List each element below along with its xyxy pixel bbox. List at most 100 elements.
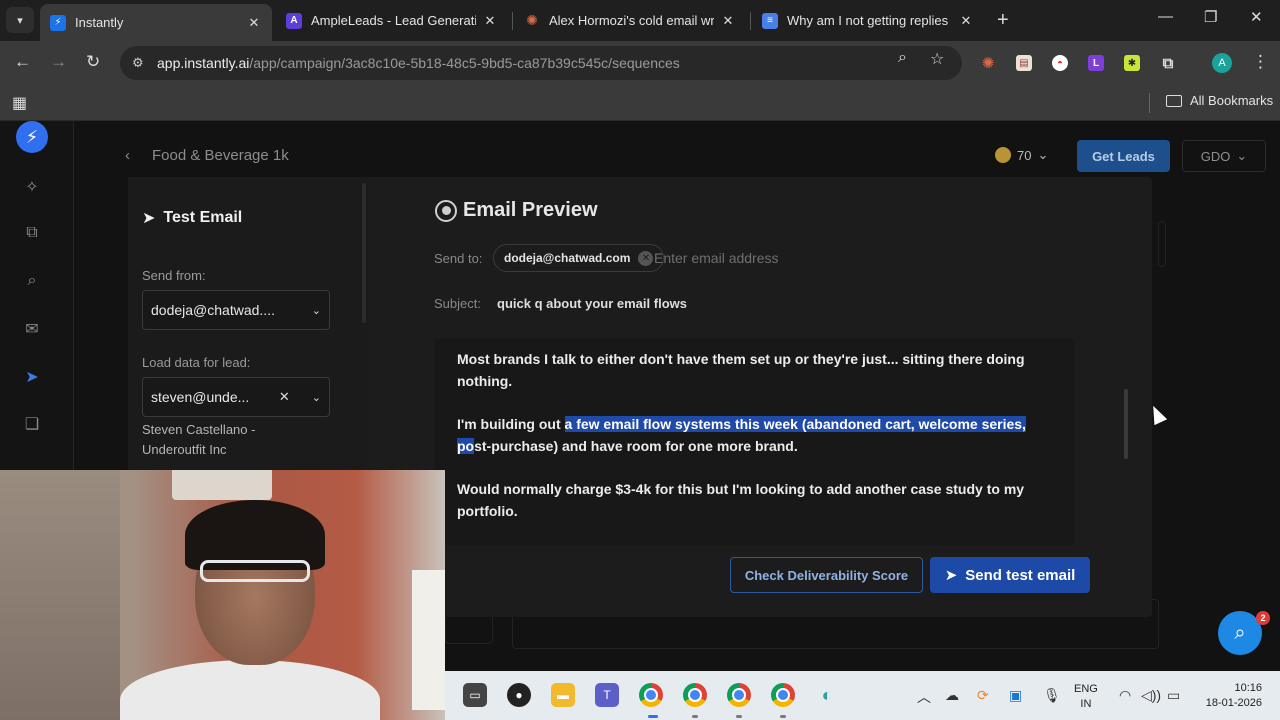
email-preview-title: Email Preview: [435, 199, 598, 222]
tab-separator: [750, 12, 751, 30]
restore-icon[interactable]: ❐: [1204, 8, 1217, 26]
file-explorer-icon[interactable]: ▬: [551, 683, 575, 707]
chrome-icon[interactable]: [639, 683, 663, 707]
tab-ampleleads[interactable]: A AmpleLeads - Lead Generation ✕: [276, 4, 508, 37]
battery-icon[interactable]: ▭: [1167, 687, 1180, 704]
pokeball-extension-icon[interactable]: ◓: [1052, 55, 1068, 71]
credits-counter[interactable]: 70 ⌄: [995, 147, 1048, 163]
tab-why-no-replies[interactable]: ≡ Why am I not getting replies - C ✕: [752, 4, 984, 37]
workspace-dropdown[interactable]: GDO ⌄: [1182, 140, 1266, 172]
bookmark-star-icon[interactable]: ☆: [930, 49, 944, 69]
check-deliverability-button[interactable]: Check Deliverability Score: [730, 557, 923, 593]
network-icon[interactable]: ⧉: [22, 224, 42, 244]
recipient-email: dodeja@chatwad.com: [504, 251, 631, 265]
send-test-email-button[interactable]: ➤ Send test email: [930, 557, 1090, 593]
all-bookmarks-button[interactable]: All Bookmarks: [1166, 93, 1273, 108]
lead-select[interactable]: steven@unde... ✕ ⌄: [142, 377, 330, 417]
subject-label: Subject:: [434, 296, 481, 311]
app-tray-icon[interactable]: ▣: [1009, 687, 1022, 704]
search-icon[interactable]: ⌕: [22, 272, 42, 292]
microphone-icon[interactable]: 🎙︎: [1043, 687, 1061, 704]
close-tab-icon[interactable]: ✕: [482, 13, 498, 29]
campaign-header: ‹ Food & Beverage 1k: [125, 147, 289, 164]
profile-avatar[interactable]: A: [1212, 53, 1232, 73]
apps-grid-icon[interactable]: ▦: [12, 93, 27, 113]
back-chevron-icon[interactable]: ‹: [125, 147, 130, 164]
send-icon[interactable]: ➤: [22, 367, 42, 387]
chat-search-icon: ⌕: [1234, 621, 1246, 644]
running-indicator: [692, 715, 698, 718]
chevron-down-icon: ⌄: [311, 391, 321, 404]
new-tab-button[interactable]: +: [997, 9, 1009, 32]
tab-title: Why am I not getting replies - C: [787, 13, 952, 28]
body-paragraph: Would normally charge $3-4k for this but…: [457, 481, 1025, 519]
webcam-overlay: [0, 470, 445, 720]
close-tab-icon[interactable]: ✕: [720, 13, 736, 29]
all-bookmarks-label: All Bookmarks: [1190, 93, 1274, 108]
webcam-wall: [0, 470, 120, 720]
volume-icon[interactable]: ◁)): [1141, 687, 1161, 704]
tab-hormozi[interactable]: ✺ Alex Hormozi's cold email writi ✕: [514, 4, 746, 37]
clear-icon[interactable]: ✕: [279, 389, 290, 405]
notes-extension-icon[interactable]: ▤: [1016, 55, 1032, 71]
claude-extension-icon[interactable]: ✺: [980, 55, 996, 72]
send-from-label: Send from:: [142, 268, 206, 283]
recipient-chip[interactable]: dodeja@chatwad.com ✕: [493, 244, 665, 272]
l-extension-icon[interactable]: L: [1088, 55, 1104, 71]
mail-icon[interactable]: ✉: [22, 319, 42, 339]
reload-icon[interactable]: ↻: [86, 52, 100, 72]
chrome-profile-icon[interactable]: [683, 683, 707, 707]
copy-icon[interactable]: ❏: [22, 414, 42, 434]
chevron-down-icon: ⌄: [1037, 147, 1049, 162]
browser-icon[interactable]: ◐: [815, 683, 839, 707]
asterisk-extension-icon[interactable]: ✱: [1124, 55, 1140, 71]
instantly-logo-icon[interactable]: ⚡: [16, 121, 48, 153]
chrome-profile-icon[interactable]: [771, 683, 795, 707]
sync-icon[interactable]: ⟳: [977, 687, 989, 704]
wifi-icon[interactable]: ◠: [1119, 687, 1131, 704]
app-icon[interactable]: ●: [507, 683, 531, 707]
tab-title: AmpleLeads - Lead Generation: [311, 13, 476, 28]
back-arrow-icon[interactable]: ←: [14, 52, 31, 72]
onedrive-icon[interactable]: ☁: [945, 687, 959, 704]
close-tab-icon[interactable]: ✕: [246, 15, 262, 31]
remove-recipient-icon[interactable]: ✕: [638, 250, 654, 266]
email-body-preview[interactable]: Most brands I talk to either don't have …: [434, 339, 1074, 545]
email-address-input[interactable]: [654, 247, 874, 269]
site-settings-icon[interactable]: ⚙: [132, 55, 148, 71]
bookmarks-bar: ▦ All Bookmarks: [0, 85, 1280, 121]
language-indicator[interactable]: ENG IN: [1074, 682, 1098, 712]
send-from-value: dodeja@chatwad....: [151, 302, 275, 318]
address-bar[interactable]: ⚙ app.instantly.ai/app/campaign/3ac8c10e…: [120, 46, 962, 80]
lead-name: Steven Castellano - Underoutfit Inc: [142, 422, 256, 457]
chevron-down-icon: ⌄: [311, 304, 321, 317]
get-leads-button[interactable]: Get Leads: [1077, 140, 1170, 172]
campaign-name: Food & Beverage 1k: [152, 147, 289, 164]
body-scrollbar[interactable]: [1124, 389, 1128, 459]
minimize-icon[interactable]: —: [1158, 8, 1173, 25]
task-view-icon[interactable]: ▭: [463, 683, 487, 707]
teams-icon[interactable]: T: [595, 683, 619, 707]
url-text: app.instantly.ai/app/campaign/3ac8c10e-5…: [157, 55, 680, 71]
load-data-label: Load data for lead:: [142, 355, 251, 370]
taskbar-clock[interactable]: 10:16 18-01-2026: [1200, 681, 1262, 711]
tab-search-button[interactable]: ▾: [6, 7, 34, 33]
send-from-select[interactable]: dodeja@chatwad.... ⌄: [142, 290, 330, 330]
browser-tab-strip: ▾ ⚡ Instantly ✕ A AmpleLeads - Lead Gene…: [0, 0, 1280, 41]
webcam-person-shirt: [120, 660, 380, 720]
extensions-puzzle-icon[interactable]: ⧉: [1160, 55, 1176, 72]
webcam-poster: [412, 570, 445, 710]
forward-arrow-icon[interactable]: →: [50, 52, 67, 72]
chrome-profile-icon[interactable]: [727, 683, 751, 707]
webcam-person-glasses: [200, 560, 310, 582]
pane-scrollbar[interactable]: [362, 183, 366, 323]
tab-instantly[interactable]: ⚡ Instantly ✕: [40, 4, 272, 41]
menu-kebab-icon[interactable]: ⋮: [1252, 52, 1269, 72]
tab-title: Alex Hormozi's cold email writi: [549, 13, 714, 28]
docs-favicon-icon: ≡: [762, 12, 778, 29]
tray-chevron-up-icon[interactable]: ︿: [917, 687, 931, 707]
close-tab-icon[interactable]: ✕: [958, 13, 974, 29]
close-window-icon[interactable]: ✕: [1250, 8, 1263, 26]
zoom-icon[interactable]: ⌕: [898, 49, 907, 67]
sparkle-icon[interactable]: ✧: [22, 177, 42, 197]
